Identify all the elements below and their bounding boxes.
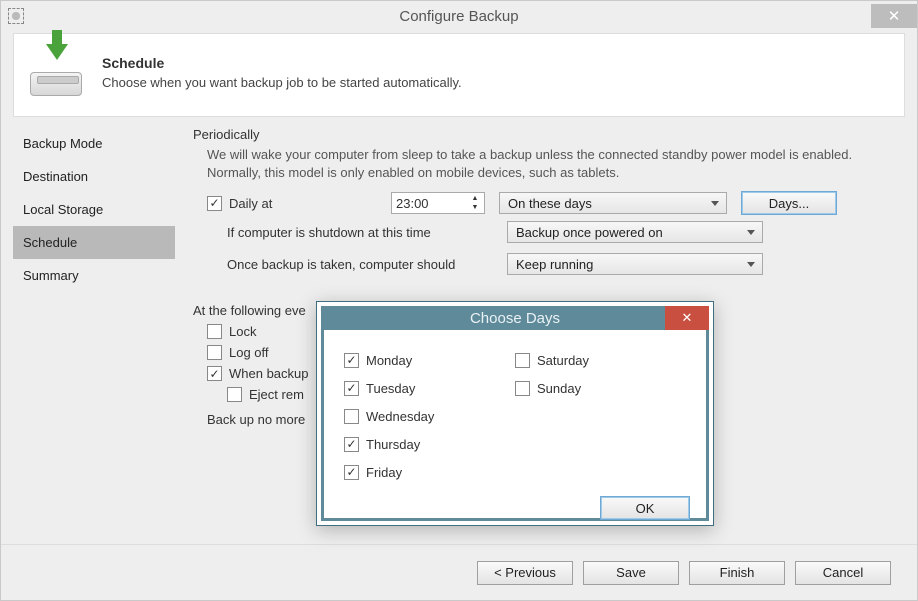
daily-time-spinner[interactable]: 23:00 ▲ ▼ [391,192,485,214]
shutdown-value: Backup once powered on [516,225,663,240]
previous-button[interactable]: < Previous [477,561,573,585]
wizard-header-subtitle: Choose when you want backup job to be st… [102,75,462,90]
day-wednesday-row: Wednesday [344,402,515,430]
whenbackup-checkbox[interactable]: ✓ [207,366,222,381]
days-button[interactable]: Days... [741,191,837,215]
logoff-checkbox[interactable] [207,345,222,360]
finish-button[interactable]: Finish [689,561,785,585]
spinner-down-icon[interactable]: ▼ [467,203,483,212]
wizard-footer: < Previous Save Finish Cancel [1,544,917,600]
save-button[interactable]: Save [583,561,679,585]
sidebar-item-backup-mode[interactable]: Backup Mode [13,127,175,160]
after-backup-combo[interactable]: Keep running [507,253,763,275]
day-wednesday-label: Wednesday [366,409,434,424]
recurrence-value: On these days [508,196,592,211]
day-friday-row: ✓ Friday [344,458,515,486]
day-tuesday-row: ✓ Tuesday [344,374,515,402]
spinner-up-icon[interactable]: ▲ [467,194,483,203]
sidebar-item-schedule[interactable]: Schedule [13,226,175,259]
choose-days-body: ✓ Monday Saturday ✓ Tuesday Sunday [324,330,706,492]
close-icon: ✕ [888,7,901,25]
day-thursday-label: Thursday [366,437,420,452]
day-thursday-row: ✓ Thursday [344,430,515,458]
titlebar: Configure Backup ✕ [1,1,917,31]
sidebar-item-local-storage[interactable]: Local Storage [13,193,175,226]
app-icon [8,8,24,24]
day-friday-checkbox[interactable]: ✓ [344,465,359,480]
logoff-label: Log off [229,345,269,360]
ejectrem-checkbox[interactable] [227,387,242,402]
wizard-header-title: Schedule [102,55,462,71]
day-saturday-label: Saturday [537,353,589,368]
day-wednesday-checkbox[interactable] [344,409,359,424]
day-saturday-checkbox[interactable] [515,353,530,368]
wizard-header-text: Schedule Choose when you want backup job… [102,55,462,90]
daily-label: Daily at [229,196,391,211]
configure-backup-window: Configure Backup ✕ Schedule Choose when … [0,0,918,601]
daily-time-value: 23:00 [396,196,429,211]
shutdown-row: If computer is shutdown at this time Bac… [227,221,899,243]
day-friday-label: Friday [366,465,402,480]
sidebar-item-destination[interactable]: Destination [13,160,175,193]
after-backup-label: Once backup is taken, computer should [227,257,507,272]
recurrence-combo[interactable]: On these days [499,192,727,214]
periodically-note: We will wake your computer from sleep to… [207,146,899,181]
spinner-buttons[interactable]: ▲ ▼ [467,194,483,212]
wizard-header: Schedule Choose when you want backup job… [13,33,905,117]
choose-days-footer: OK [324,492,706,532]
daily-checkbox[interactable]: ✓ [207,196,222,211]
daily-row: ✓ Daily at 23:00 ▲ ▼ On these days Days.… [207,191,899,215]
ejectrem-label: Eject rem [249,387,304,402]
shutdown-label: If computer is shutdown at this time [227,225,507,240]
periodically-title: Periodically [193,127,899,142]
day-sunday-checkbox[interactable] [515,381,530,396]
sidebar-item-summary[interactable]: Summary [13,259,175,292]
schedule-icon [28,44,84,100]
choose-days-titlebar: Choose Days ✕ [321,306,709,330]
after-backup-row: Once backup is taken, computer should Ke… [227,253,899,275]
cancel-button[interactable]: Cancel [795,561,891,585]
day-tuesday-label: Tuesday [366,381,415,396]
day-thursday-checkbox[interactable]: ✓ [344,437,359,452]
wizard-steps-sidebar: Backup Mode Destination Local Storage Sc… [13,127,175,540]
choose-days-dialog: Choose Days ✕ ✓ Monday Saturday ✓ Tuesda… [316,301,714,526]
day-monday-checkbox[interactable]: ✓ [344,353,359,368]
window-title: Configure Backup [1,8,917,25]
whenbackup-label: When backup [229,366,309,381]
day-tuesday-checkbox[interactable]: ✓ [344,381,359,396]
day-monday-row: ✓ Monday [344,346,515,374]
day-sunday-row: Sunday [515,374,686,402]
day-saturday-row: Saturday [515,346,686,374]
lock-label: Lock [229,324,256,339]
choose-days-ok-button[interactable]: OK [600,496,690,520]
lock-checkbox[interactable] [207,324,222,339]
day-monday-label: Monday [366,353,412,368]
nomore-label: Back up no more [207,412,305,427]
window-close-button[interactable]: ✕ [871,4,917,28]
shutdown-combo[interactable]: Backup once powered on [507,221,763,243]
choose-days-title: Choose Days [321,310,709,327]
day-sunday-label: Sunday [537,381,581,396]
after-backup-value: Keep running [516,257,593,272]
